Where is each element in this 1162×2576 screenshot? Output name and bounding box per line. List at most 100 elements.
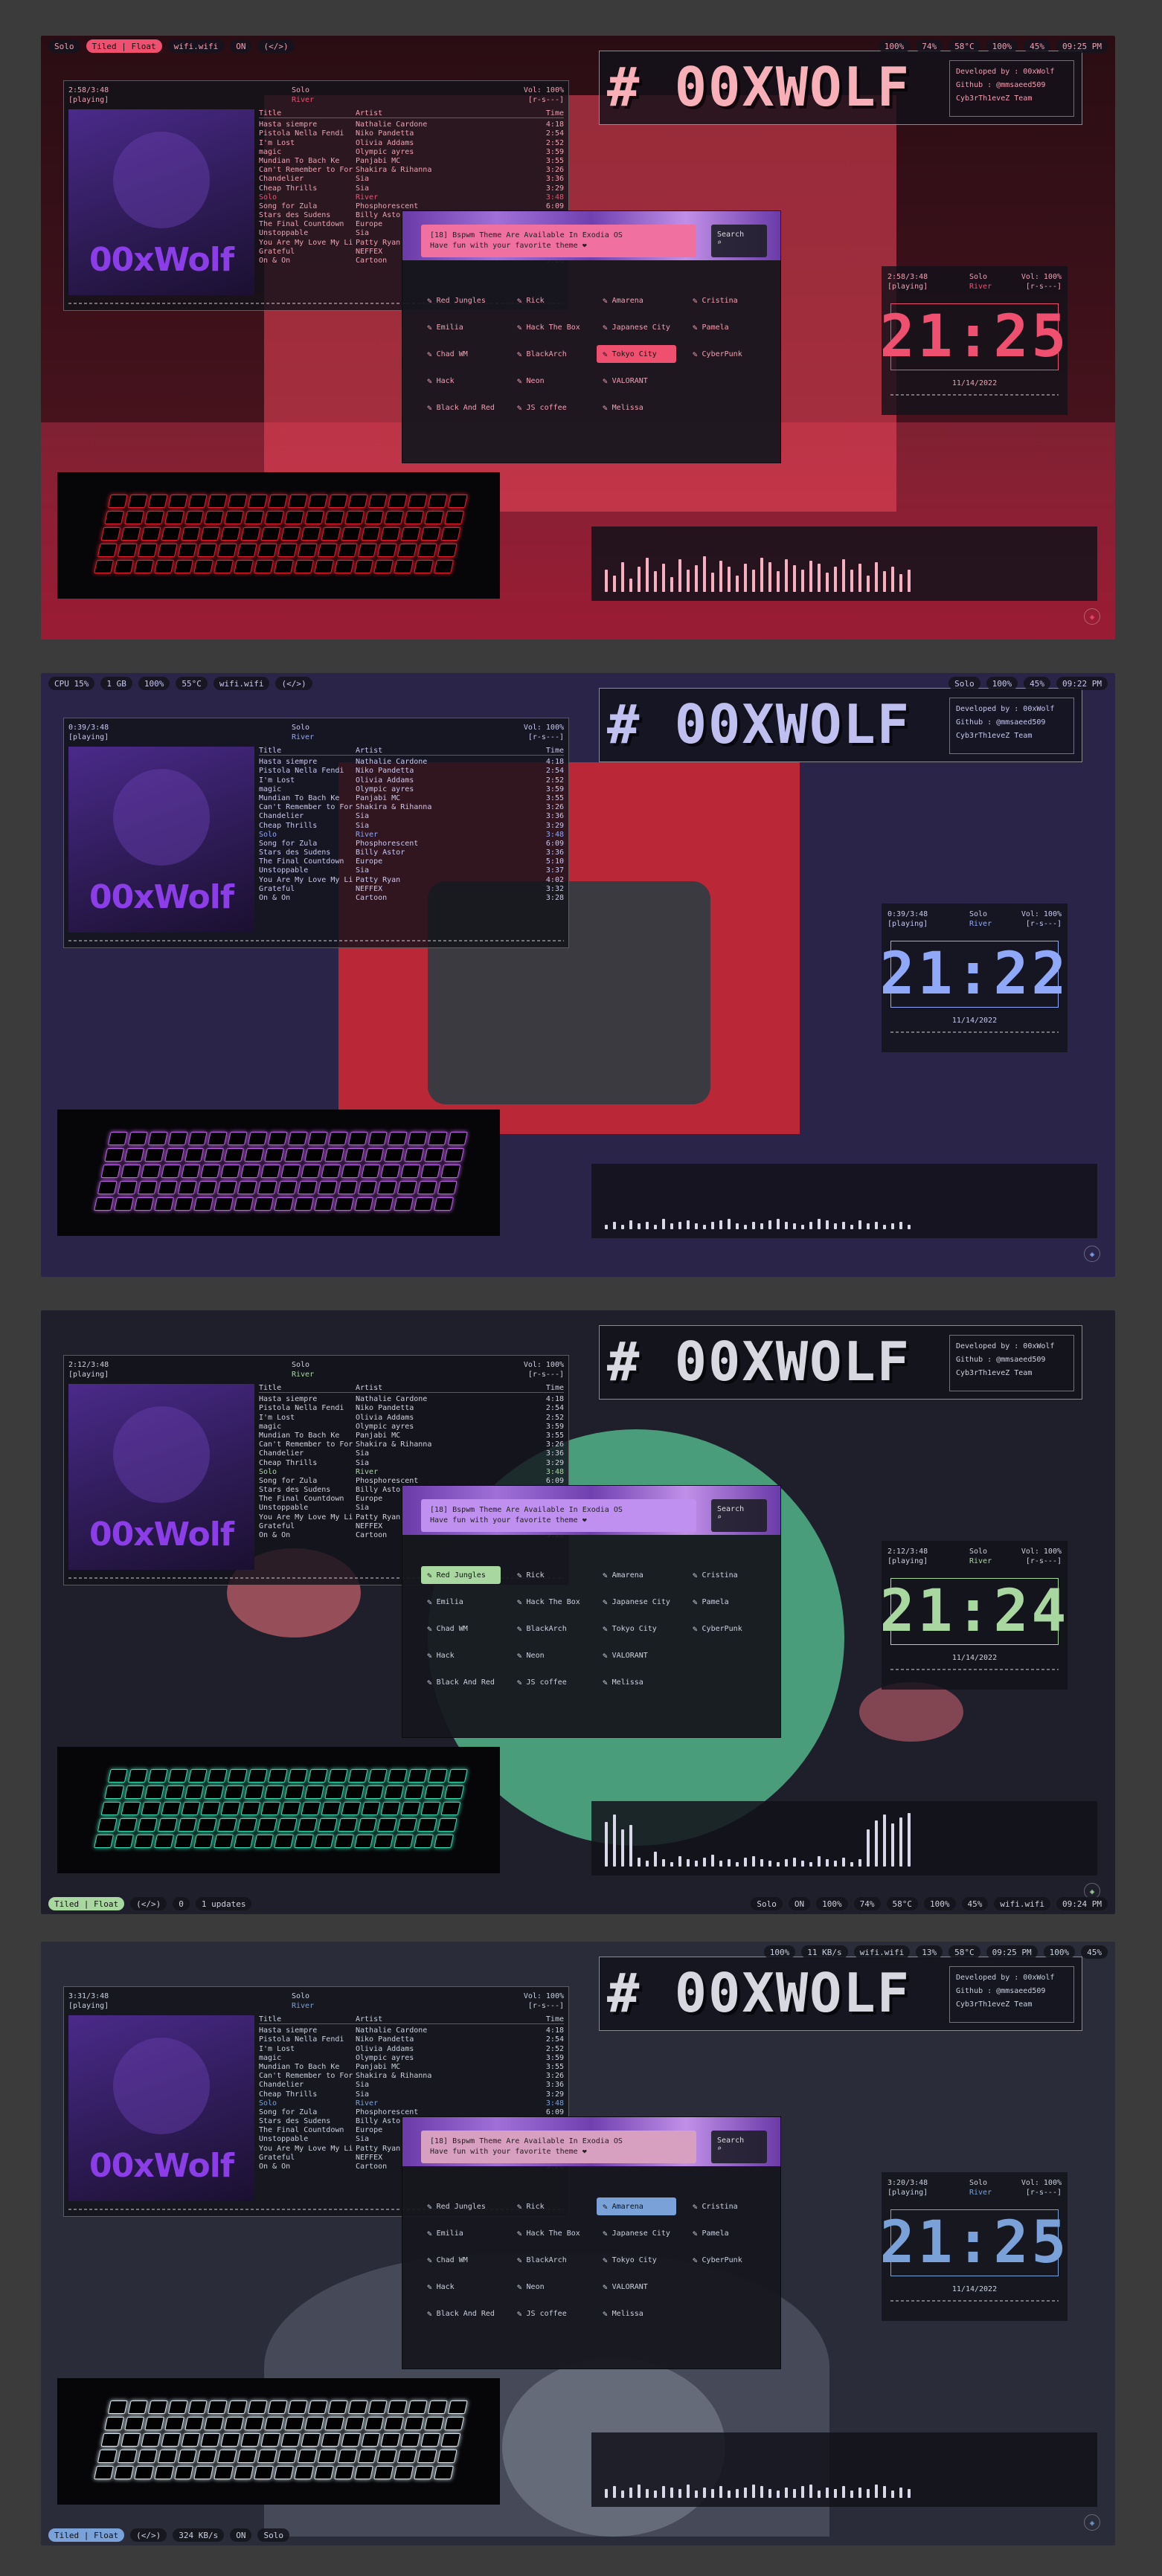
status-module[interactable]: (</>)	[130, 1897, 167, 1910]
theme-option[interactable]: ✎ BlackArch	[511, 345, 586, 363]
theme-option[interactable]: ✎ Melissa	[597, 2305, 676, 2322]
status-module[interactable]: 74%	[853, 1897, 881, 1910]
playlist-row[interactable]: Solo River 3:48	[259, 193, 564, 202]
theme-option[interactable]: ✎ JS coffee	[511, 2305, 586, 2322]
playlist-row[interactable]: You Are My Love My LiPatty Ryan 4:02	[259, 876, 564, 885]
theme-option[interactable]: ✎ Cristina	[687, 1566, 762, 1584]
playlist-row[interactable]: Mundian To Bach Ke Panjabi MC 3:55	[259, 157, 564, 166]
status-module[interactable]: wifi.wifi	[994, 1897, 1051, 1910]
theme-option[interactable]: ✎ Hack The Box	[511, 318, 586, 336]
playlist-row[interactable]: Cheap Thrills Sia 3:29	[259, 184, 564, 193]
theme-option[interactable]: ✎ Japanese City	[597, 318, 676, 336]
status-module[interactable]: 13%	[916, 1945, 943, 1959]
status-module[interactable]: 0	[173, 1897, 190, 1910]
status-module[interactable]: CPU 15%	[48, 677, 95, 690]
status-module[interactable]: 100%	[924, 1897, 956, 1910]
theme-option[interactable]: ✎ Rick	[511, 1566, 586, 1584]
playlist-row[interactable]: Hasta siempre Nathalie Cardone 4:18	[259, 120, 564, 129]
theme-option[interactable]: ✎ Pamela	[687, 1593, 762, 1611]
search-button[interactable]: Search ⌕	[711, 1499, 767, 1532]
status-module[interactable]: 45%	[1024, 677, 1051, 690]
playlist-row[interactable]: Mundian To Bach Ke Panjabi MC 3:55	[259, 794, 564, 803]
theme-option[interactable]: ✎ Japanese City	[597, 1593, 676, 1611]
theme-option[interactable]: ✎ Rick	[511, 2197, 586, 2215]
theme-option[interactable]: ✎ Hack	[421, 1646, 501, 1664]
playlist-row[interactable]: Can't Remember to For Shakira & Rihanna 3:…	[259, 166, 564, 175]
theme-option[interactable]: ✎ Red Jungles	[421, 2197, 501, 2215]
playlist-row[interactable]: I'm Lost Olivia Addams 2:52	[259, 139, 564, 148]
status-module[interactable]: Solo	[751, 1897, 783, 1910]
search-button[interactable]: Search ⌕	[711, 225, 767, 257]
theme-option[interactable]: ✎ VALORANT	[597, 2278, 676, 2296]
theme-option[interactable]: ✎ Cristina	[687, 2197, 762, 2215]
theme-option[interactable]: ✎ Amarena	[597, 2197, 676, 2215]
playlist-row[interactable]: Mundian To Bach Ke Panjabi MC 3:55	[259, 2063, 564, 2072]
playlist-row[interactable]: I'm Lost Olivia Addams 2:52	[259, 1414, 564, 1423]
theme-option[interactable]: ✎ Hack	[421, 372, 501, 390]
workspace-indicator[interactable]: (</>)	[257, 39, 295, 53]
status-module[interactable]: 45%	[961, 1897, 989, 1910]
status-module[interactable]: 58°C	[948, 1945, 980, 1959]
wolf-icon[interactable]: ◈	[1084, 608, 1100, 625]
theme-option[interactable]: ✎ Tokyo City	[597, 1620, 676, 1638]
playback-progress[interactable]	[68, 940, 564, 941]
playlist-row[interactable]: Hasta siempre Nathalie Cardone 4:18	[259, 758, 564, 767]
status-module[interactable]: Tiled | Float	[48, 2528, 125, 2542]
playlist-row[interactable]: Pistola Nella Fendi Niko Pandetta 2:54	[259, 1404, 564, 1413]
theme-option[interactable]: ✎ Hack The Box	[511, 2224, 586, 2242]
status-module[interactable]: 45%	[1081, 1945, 1108, 1959]
playlist-row[interactable]: Cheap Thrills Sia 3:29	[259, 822, 564, 831]
status-module[interactable]: Solo	[257, 2528, 289, 2542]
status-module[interactable]: 1 GB	[100, 677, 132, 690]
status-module[interactable]: ON	[230, 39, 252, 53]
playlist-row[interactable]: On & On Cartoon 3:28	[259, 894, 564, 903]
playlist-row[interactable]: magic Olympic ayres 3:59	[259, 148, 564, 157]
playlist-row[interactable]: Pistola Nella Fendi Niko Pandetta 2:54	[259, 129, 564, 138]
theme-option[interactable]: ✎ Red Jungles	[421, 1566, 501, 1584]
theme-option[interactable]: ✎ Emilia	[421, 318, 501, 336]
playlist-row[interactable]: Cheap Thrills Sia 3:29	[259, 1459, 564, 1468]
theme-option[interactable]: ✎ Pamela	[687, 2224, 762, 2242]
status-module[interactable]: ON	[230, 2528, 252, 2542]
theme-option[interactable]: ✎ Melissa	[597, 1673, 676, 1691]
status-module[interactable]: 100%	[763, 1945, 796, 1959]
status-module[interactable]: Tiled | Float	[48, 1897, 125, 1910]
theme-option[interactable]: ✎ Chad WM	[421, 2251, 501, 2269]
playlist-row[interactable]: Mundian To Bach Ke Panjabi MC 3:55	[259, 1432, 564, 1440]
theme-option[interactable]: ✎ Black And Red	[421, 399, 501, 416]
workspace-indicator[interactable]: (</>)	[275, 677, 312, 690]
theme-option[interactable]: ✎ CyberPunk	[687, 345, 762, 363]
theme-option[interactable]: ✎ Hack The Box	[511, 1593, 586, 1611]
status-module[interactable]: 100%	[138, 677, 170, 690]
playlist-row[interactable]: Hasta siempre Nathalie Cardone 4:18	[259, 1395, 564, 1404]
theme-option[interactable]: ✎ VALORANT	[597, 372, 676, 390]
status-module[interactable]: wifi.wifi	[167, 39, 225, 53]
theme-option[interactable]: ✎ Pamela	[687, 318, 762, 336]
playlist-row[interactable]: Chandelier Sia 3:36	[259, 175, 564, 184]
theme-option[interactable]: ✎ Rick	[511, 292, 586, 309]
theme-option[interactable]: ✎ Chad WM	[421, 345, 501, 363]
theme-option[interactable]: ✎ Red Jungles	[421, 292, 501, 309]
status-module[interactable]: 74%	[916, 39, 943, 53]
status-module[interactable]: (</>)	[130, 2528, 167, 2542]
status-module[interactable]: 324 KB/s	[173, 2528, 225, 2542]
playlist-row[interactable]: Grateful NEFFEX 3:32	[259, 885, 564, 894]
theme-option[interactable]: ✎ Emilia	[421, 2224, 501, 2242]
playlist-row[interactable]: magic Olympic ayres 3:59	[259, 785, 564, 794]
playlist-row[interactable]: magic Olympic ayres 3:59	[259, 1423, 564, 1432]
playlist-row[interactable]: The Final Countdown Europe 5:10	[259, 857, 564, 866]
theme-option[interactable]: ✎ Japanese City	[597, 2224, 676, 2242]
status-module[interactable]: 100%	[816, 1897, 848, 1910]
playlist-row[interactable]: Unstoppable Sia 3:37	[259, 866, 564, 875]
theme-option[interactable]: ✎ Chad WM	[421, 1620, 501, 1638]
search-button[interactable]: Search ⌕	[711, 2131, 767, 2163]
playlist-row[interactable]: Chandelier Sia 3:36	[259, 1449, 564, 1458]
status-module[interactable]: 100%	[1043, 1945, 1076, 1959]
theme-option[interactable]: ✎ Amarena	[597, 1566, 676, 1584]
status-module[interactable]: 09:25 PM	[986, 1945, 1038, 1959]
status-module[interactable]: Solo	[48, 39, 80, 53]
playlist-row[interactable]: I'm Lost Olivia Addams 2:52	[259, 776, 564, 785]
playlist-row[interactable]: Solo River 3:48	[259, 2099, 564, 2108]
theme-option[interactable]: ✎ Hack	[421, 2278, 501, 2296]
status-module[interactable]: 58°C	[948, 39, 980, 53]
